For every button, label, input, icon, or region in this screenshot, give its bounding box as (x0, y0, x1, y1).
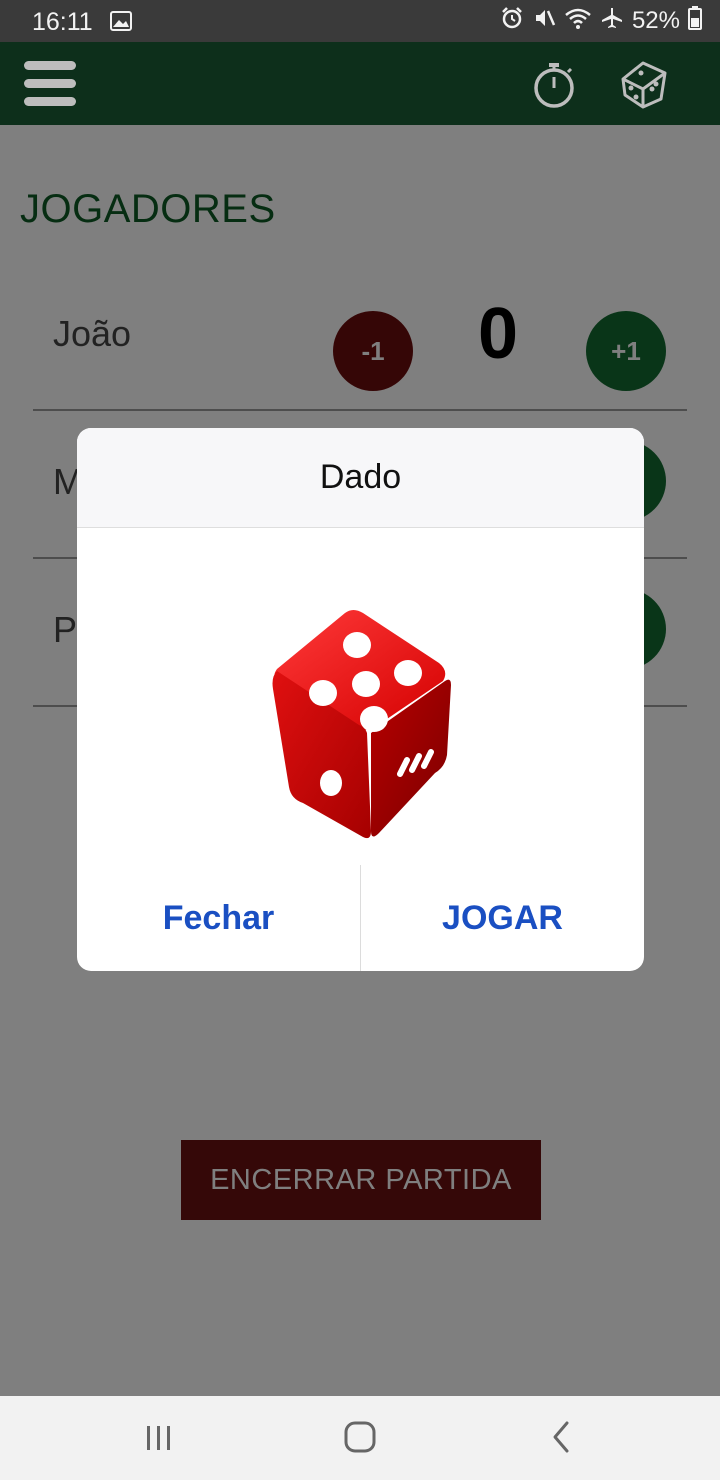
navigation-bar (0, 1396, 720, 1480)
menu-icon[interactable] (24, 59, 76, 109)
dialog-actions: Fechar JOGAR (77, 865, 644, 971)
wifi-icon (564, 6, 592, 35)
alarm-icon (500, 6, 524, 35)
dialog-body (77, 529, 644, 865)
app-bar (0, 42, 720, 125)
status-time: 16:11 (32, 8, 93, 36)
image-icon (110, 11, 132, 36)
dialog-title: Dado (319, 458, 402, 496)
status-bar: 16:11 52% (0, 0, 720, 42)
stopwatch-icon[interactable] (530, 60, 578, 115)
back-icon[interactable] (550, 1420, 572, 1459)
dice-image (267, 607, 457, 852)
dice-dialog: Dado Fechar JOGAR (77, 428, 644, 971)
roll-button[interactable]: JOGAR (361, 865, 644, 971)
dialog-header: Dado (77, 428, 644, 528)
battery-icon (688, 6, 702, 35)
battery-percent: 52% (631, 6, 680, 34)
close-button[interactable]: Fechar (77, 865, 360, 971)
airplane-icon (600, 6, 624, 35)
recent-apps-icon[interactable] (144, 1424, 174, 1457)
home-icon[interactable] (343, 1420, 377, 1459)
dice-icon[interactable] (617, 59, 671, 114)
mute-icon (532, 6, 556, 35)
